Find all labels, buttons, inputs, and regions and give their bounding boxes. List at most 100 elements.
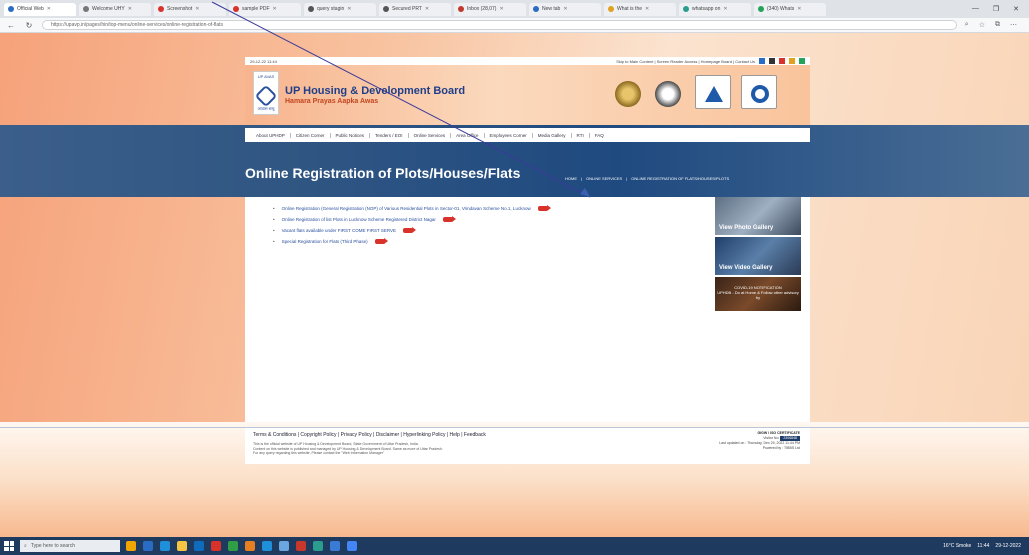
photo-gallery-tile[interactable]: View Photo Gallery (715, 197, 801, 235)
taskbar-app-icon[interactable] (347, 541, 357, 551)
logo-top-text: UP AVAS (257, 74, 275, 79)
browser-tab[interactable]: (340) Whats ✕ (754, 2, 826, 16)
taskbar-app-icon[interactable] (330, 541, 340, 551)
red-arrow-icon[interactable] (442, 216, 456, 222)
tab-close-icon[interactable]: ✕ (797, 6, 801, 12)
tab-close-icon[interactable]: ✕ (273, 6, 277, 12)
close-window-button[interactable]: ✕ (1013, 5, 1019, 13)
minimize-button[interactable]: — (972, 5, 979, 13)
taskbar-app-icon[interactable] (245, 541, 255, 551)
tab-favicon-icon (233, 6, 239, 12)
covid-notice-sub: UPHDB - Do at Home & Follow other adviso… (717, 290, 799, 300)
collections-icon[interactable]: ⧉ (995, 21, 1000, 29)
red-arrow-icon[interactable] (374, 238, 388, 244)
menu-item[interactable]: RTI (572, 132, 590, 138)
tab-favicon-icon (308, 6, 314, 12)
tab-close-icon[interactable]: ✕ (347, 6, 351, 12)
theme-dark-icon[interactable] (769, 58, 775, 64)
browser-tab[interactable]: whatsapp on ✕ (679, 2, 751, 16)
browser-tab[interactable]: Welcome UHY ✕ (79, 2, 151, 16)
browser-tab[interactable]: query stagin ✕ (304, 2, 376, 16)
registration-link[interactable]: Special Registration for Flats (Third Ph… (282, 239, 368, 244)
theme-red-icon[interactable] (779, 58, 785, 64)
registration-link[interactable]: Vacant flats available under FIRST COME … (282, 228, 396, 233)
menu-item[interactable]: Area Office (451, 132, 485, 138)
browser-tab[interactable]: Official Web ✕ (4, 2, 76, 16)
zoom-icon[interactable]: ⌕ (965, 21, 969, 29)
taskbar-app-icon[interactable] (211, 541, 221, 551)
registration-link-item[interactable]: Vacant flats available under FIRST COME … (273, 225, 548, 236)
tab-label: New tab (542, 6, 561, 12)
tab-close-icon[interactable]: ✕ (563, 6, 567, 12)
registration-link-item[interactable]: Special Registration for Flats (Third Ph… (273, 236, 548, 247)
footer-info: GIGW / ISO CERTIFICATE Visitor No: 23068… (719, 431, 800, 451)
theme-blue-icon[interactable] (759, 58, 765, 64)
video-gallery-tile[interactable]: View Video Gallery (715, 237, 801, 275)
registration-link-item[interactable]: Online Registration of list Plots in Luc… (273, 214, 548, 225)
weather-widget[interactable]: 16°C Smoke (943, 543, 971, 549)
browser-tab[interactable]: New tab ✕ (529, 2, 601, 16)
visitor-label: Visitor No: (763, 436, 780, 440)
taskbar-app-icon[interactable] (194, 541, 204, 551)
tray-date[interactable]: 29-12-2022 (995, 543, 1021, 549)
footer-note-1: This is the official website of UP Housi… (253, 442, 419, 446)
menu-item[interactable]: Media Gallery (533, 132, 572, 138)
taskbar-app-icon[interactable] (296, 541, 306, 551)
tray-time[interactable]: 11:44 (977, 543, 989, 549)
breadcrumb-separator: | (581, 176, 583, 181)
url-input[interactable]: https://upavp.in/pages/hin/top-menu/onli… (42, 20, 957, 30)
taskbar-app-icon[interactable] (262, 541, 272, 551)
theme-yellow-icon[interactable] (789, 58, 795, 64)
back-icon[interactable]: ← (6, 21, 16, 30)
menu-item[interactable]: Online Services (409, 132, 452, 138)
browser-tab[interactable]: sample PDF ✕ (229, 2, 301, 16)
tab-close-icon[interactable]: ✕ (195, 6, 199, 12)
refresh-icon[interactable]: ↻ (24, 21, 34, 30)
browser-tab[interactable]: Screenshot ✕ (154, 2, 226, 16)
menu-item[interactable]: Employees Corner (485, 132, 533, 138)
footer-policy-links[interactable]: Terms & Conditions | Copyright Policy | … (253, 432, 486, 438)
tab-close-icon[interactable]: ✕ (128, 6, 132, 12)
windows-start-icon[interactable] (4, 541, 14, 551)
taskbar-app-icon[interactable] (279, 541, 289, 551)
tab-close-icon[interactable]: ✕ (47, 6, 51, 12)
taskbar-app-icon[interactable] (313, 541, 323, 551)
taskbar-app-icon[interactable] (143, 541, 153, 551)
browser-tab[interactable]: Inbox (28,07) ✕ (454, 2, 526, 16)
tab-favicon-icon (8, 6, 14, 12)
tab-favicon-icon (533, 6, 539, 12)
taskbar-app-icon[interactable] (228, 541, 238, 551)
maximize-button[interactable]: ❐ (993, 5, 999, 13)
registration-link[interactable]: Online Registration of list Plots in Luc… (282, 217, 436, 222)
menu-item[interactable]: FAQ (590, 133, 609, 138)
registration-link[interactable]: Online Registration (General Registratio… (282, 206, 531, 211)
browser-tab[interactable]: Secured PRT ✕ (379, 2, 451, 16)
breadcrumb-item[interactable]: ONLINE SERVICES (586, 176, 622, 181)
tab-close-icon[interactable]: ✕ (425, 6, 429, 12)
red-arrow-icon[interactable] (403, 227, 417, 233)
more-options-icon[interactable]: ⋯ (1010, 21, 1017, 29)
theme-green-icon[interactable] (799, 58, 805, 64)
taskbar-app-icon[interactable] (177, 541, 187, 551)
taskbar-app-icon[interactable] (160, 541, 170, 551)
board-title: UP Housing & Development Board (285, 85, 466, 97)
favorite-star-icon[interactable]: ☆ (979, 21, 985, 29)
red-arrow-icon[interactable] (537, 205, 551, 211)
menu-item[interactable]: About UPHDP (251, 132, 291, 138)
tab-close-icon[interactable]: ✕ (645, 6, 649, 12)
tab-close-icon[interactable]: ✕ (499, 6, 503, 12)
taskbar-app-icon[interactable] (126, 541, 136, 551)
logo-bottom-text: आवास बन्धु (257, 106, 275, 111)
accessibility-links[interactable]: Skip to Main Content | Screen Reader Acc… (616, 59, 755, 64)
menu-item[interactable]: Tenders / EOI (370, 132, 409, 138)
menu-item[interactable]: Public Notices (331, 132, 371, 138)
registration-link-item[interactable]: Online Registration (General Registratio… (273, 203, 551, 214)
browser-tab[interactable]: What is the ✕ (604, 2, 676, 16)
tab-favicon-icon (683, 6, 689, 12)
tab-close-icon[interactable]: ✕ (723, 6, 727, 12)
breadcrumb-item[interactable]: HOME (565, 176, 577, 181)
menu-item[interactable]: Citizen Corner (291, 132, 331, 138)
taskbar-search[interactable]: ⌕ Type here to search (20, 540, 120, 552)
board-logo[interactable]: UP AVAS आवास बन्धु (253, 71, 279, 115)
covid-notice-tile[interactable]: COVID-19 NOTIFICATION UPHDB - Do at Home… (715, 277, 801, 311)
